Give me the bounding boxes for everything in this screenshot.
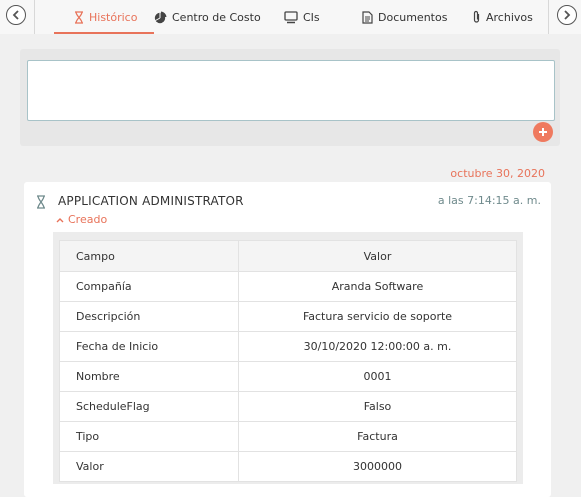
changes-table: Campo Valor Compañía Aranda Software Desc… <box>59 240 517 482</box>
field-value: Aranda Software <box>238 271 517 302</box>
field-name: Fecha de Inicio <box>59 331 239 362</box>
table-row: Tipo Factura <box>59 421 517 452</box>
tab-documentos[interactable]: Documentos <box>362 0 447 34</box>
history-date: octubre 30, 2020 <box>450 167 545 180</box>
entry-status-toggle[interactable]: Creado <box>56 213 107 226</box>
tab-historico[interactable]: Histórico <box>74 0 137 34</box>
history-entry-card: APPLICATION ADMINISTRATOR a las 7:14:15 … <box>24 182 551 497</box>
table-row: Valor 3000000 <box>59 451 517 482</box>
tab-label: Centro de Costo <box>172 10 261 24</box>
table-row: Descripción Factura servicio de soporte <box>59 301 517 332</box>
table-header-row: Campo Valor <box>59 240 517 272</box>
column-header-campo: Campo <box>59 240 239 272</box>
comment-panel <box>20 49 560 146</box>
field-value: 0001 <box>238 361 517 392</box>
chevron-left-icon <box>12 10 19 20</box>
scroll-right-button[interactable] <box>557 5 577 25</box>
table-row: Fecha de Inicio 30/10/2020 12:00:00 a. m. <box>59 331 517 362</box>
tab-label: Archivos <box>486 10 533 24</box>
hourglass-icon <box>75 10 83 24</box>
table-row: ScheduleFlag Falso <box>59 391 517 422</box>
hourglass-icon <box>37 195 45 209</box>
add-comment-button[interactable] <box>533 122 553 142</box>
entry-time: a las 7:14:15 a. m. <box>437 194 541 207</box>
active-tab-indicator <box>54 32 154 34</box>
field-name: Nombre <box>59 361 239 392</box>
field-value: Factura <box>238 421 517 452</box>
monitor-icon <box>284 10 298 23</box>
field-value: Falso <box>238 391 517 422</box>
table-row: Compañía Aranda Software <box>59 271 517 302</box>
changes-table-container: Campo Valor Compañía Aranda Software Desc… <box>53 232 523 484</box>
field-name: Descripción <box>59 301 239 332</box>
field-value: 30/10/2020 12:00:00 a. m. <box>238 331 517 362</box>
entry-author: APPLICATION ADMINISTRATOR <box>58 194 244 208</box>
field-name: Tipo <box>59 421 239 452</box>
tab-separator <box>34 0 35 34</box>
pie-chart-icon <box>154 11 167 23</box>
field-name: Compañía <box>59 271 239 302</box>
field-value: 3000000 <box>238 451 517 482</box>
chevron-up-icon <box>56 217 64 222</box>
tab-centro-de-costo[interactable]: Centro de Costo <box>154 0 261 34</box>
field-name: ScheduleFlag <box>59 391 239 422</box>
tab-cis[interactable]: CIs <box>284 0 320 34</box>
column-header-valor: Valor <box>238 240 517 272</box>
chevron-right-icon <box>564 10 571 20</box>
document-icon <box>362 10 373 24</box>
entry-status-label: Creado <box>68 213 108 226</box>
tab-label: CIs <box>303 10 320 24</box>
comment-input[interactable] <box>27 60 555 121</box>
tab-label: Histórico <box>89 10 138 24</box>
plus-icon <box>539 128 547 136</box>
tab-label: Documentos <box>378 10 448 24</box>
tab-separator <box>548 0 549 34</box>
field-name: Valor <box>59 451 239 482</box>
scroll-left-button[interactable] <box>6 5 26 25</box>
tab-archivos[interactable]: Archivos <box>472 0 533 34</box>
tab-bar: Histórico Centro de Costo CIs Documentos… <box>0 0 581 34</box>
table-row: Nombre 0001 <box>59 361 517 392</box>
paperclip-icon <box>473 10 480 23</box>
field-value: Factura servicio de soporte <box>238 301 517 332</box>
